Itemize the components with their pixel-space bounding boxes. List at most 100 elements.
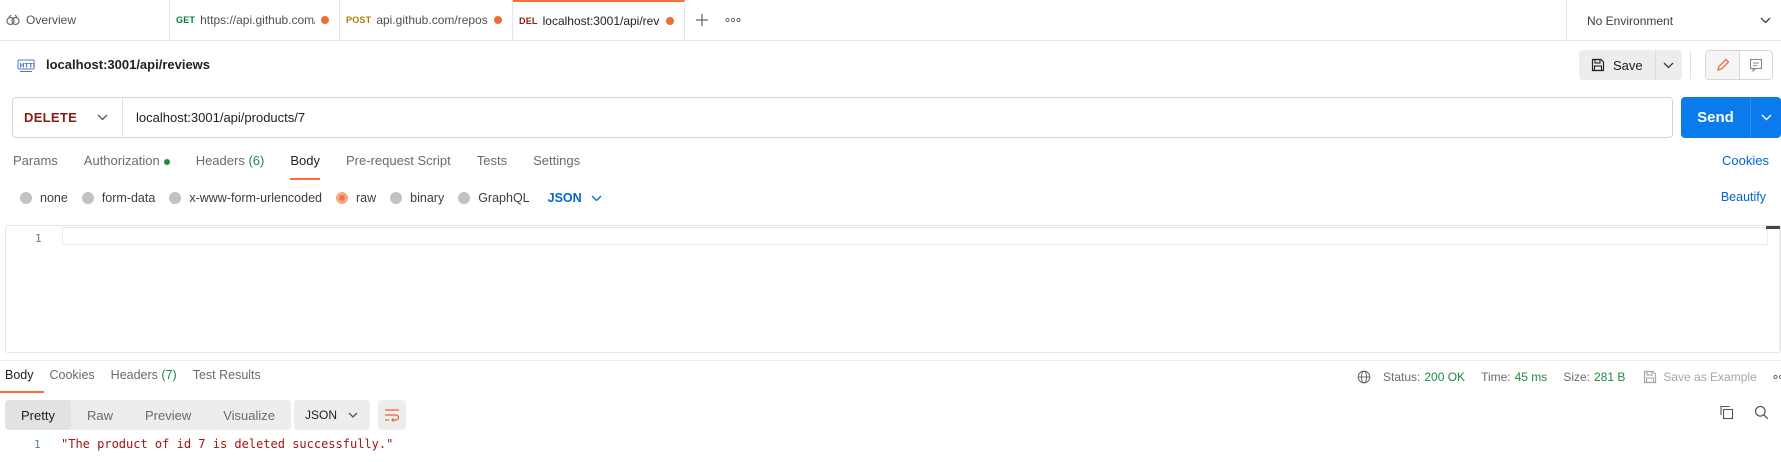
tab-request-delete[interactable]: DEL localhost:3001/api/revi [513, 0, 685, 40]
response-format-value: JSON [305, 408, 338, 422]
copy-icon[interactable] [1719, 405, 1734, 420]
editor-scrollbar-track [1779, 229, 1780, 349]
editor-gutter [6, 226, 62, 352]
tab-strip: Overview GET https://api.github.com/ POS… [0, 0, 1781, 41]
tab-authorization[interactable]: Authorization [71, 150, 183, 180]
response-format-select[interactable]: JSON [294, 400, 370, 430]
tab-params[interactable]: Params [0, 150, 71, 180]
save-options-button[interactable] [1656, 50, 1682, 80]
body-language-value: JSON [547, 191, 582, 205]
view-mode-toggle [1705, 50, 1773, 80]
send-button[interactable]: Send [1681, 97, 1750, 138]
response-body[interactable]: 1 "The product of id 7 is deleted succes… [0, 436, 1781, 462]
tab-headers[interactable]: Headers (6) [183, 150, 278, 180]
globe-icon[interactable] [1357, 370, 1371, 384]
line-number: 1 [34, 438, 41, 451]
wrap-lines-button[interactable] [378, 400, 406, 430]
radio-button-selected [336, 192, 348, 204]
headers-count: (6) [248, 153, 265, 168]
view-raw[interactable]: Raw [71, 400, 129, 430]
http-icon: HTTP [17, 59, 38, 76]
beautify-button[interactable]: Beautify [1721, 190, 1766, 204]
body-type-graphql[interactable]: GraphQL [458, 191, 530, 205]
tab-request-get[interactable]: GET https://api.github.com/ [170, 0, 340, 40]
response-tab-cookies[interactable]: Cookies [44, 368, 105, 393]
chevron-down-icon [348, 412, 358, 418]
save-button[interactable]: Save [1579, 50, 1656, 80]
tab-tests[interactable]: Tests [464, 150, 520, 180]
more-horizontal-icon[interactable] [1773, 374, 1781, 380]
more-horizontal-icon[interactable] [725, 17, 741, 23]
body-type-binary[interactable]: binary [390, 191, 444, 205]
body-type-none[interactable]: none [20, 191, 68, 205]
response-body-text: "The product of id 7 is deleted successf… [61, 437, 394, 451]
tab-method-badge: DEL [519, 16, 538, 26]
radio-label: none [40, 191, 68, 205]
chevron-down-icon [1663, 62, 1674, 69]
radio-label: form-data [101, 191, 156, 205]
response-header-bar: Body Cookies Headers (7) Test Results St… [0, 360, 1781, 393]
response-headers-label: Headers [110, 368, 158, 382]
body-type-urlencoded[interactable]: x-www-form-urlencoded [169, 191, 322, 205]
response-tools [1719, 405, 1769, 420]
body-type-form-data[interactable]: form-data [81, 191, 156, 205]
auth-status-dot [163, 158, 170, 165]
documentation-mode-button[interactable] [1739, 51, 1772, 79]
overview-icon [6, 14, 20, 26]
view-visualize[interactable]: Visualize [207, 400, 291, 430]
response-tab-test-results[interactable]: Test Results [187, 368, 271, 393]
unsaved-dot [321, 16, 329, 24]
tab-label: api.github.com/repos [376, 13, 488, 27]
editor-scrollbar-thumb[interactable] [1766, 226, 1780, 229]
tab-overview[interactable]: Overview [0, 0, 170, 40]
body-type-raw[interactable]: raw [336, 191, 376, 205]
tab-prerequest-script[interactable]: Pre-request Script [333, 150, 464, 180]
chevron-down-icon [1760, 17, 1771, 24]
save-button-group: Save [1579, 50, 1682, 80]
wrap-icon [384, 408, 400, 422]
pencil-icon [1716, 58, 1730, 72]
plus-icon[interactable] [695, 13, 709, 27]
response-tab-body[interactable]: Body [0, 368, 44, 393]
tab-authorization-label: Authorization [83, 153, 160, 168]
environment-select[interactable]: No Environment [1566, 0, 1781, 41]
save-icon [1643, 370, 1657, 384]
response-tab-headers[interactable]: Headers (7) [105, 368, 187, 393]
tab-body[interactable]: Body [277, 150, 333, 180]
radio-label: x-www-form-urlencoded [189, 191, 322, 205]
body-type-options: none form-data x-www-form-urlencoded raw… [20, 187, 602, 209]
request-body-editor[interactable]: 1 [5, 225, 1781, 353]
cookies-link[interactable]: Cookies [1722, 153, 1769, 168]
view-preview[interactable]: Preview [129, 400, 207, 430]
svg-text:HTTP: HTTP [20, 62, 36, 69]
radio-button [390, 192, 403, 204]
request-title[interactable]: localhost:3001/api/reviews [46, 57, 210, 72]
edit-mode-button[interactable] [1706, 51, 1739, 79]
body-language-select[interactable]: JSON [548, 191, 602, 205]
size-value[interactable]: 281 B [1594, 370, 1625, 384]
environment-label: No Environment [1587, 13, 1674, 28]
radio-label: raw [356, 191, 377, 205]
tab-request-post[interactable]: POST api.github.com/repos [340, 0, 513, 40]
radio-label: binary [410, 191, 445, 205]
method-select[interactable]: DELETE [13, 98, 123, 137]
view-pretty[interactable]: Pretty [5, 400, 71, 430]
tab-settings[interactable]: Settings [520, 150, 593, 180]
search-icon[interactable] [1754, 405, 1769, 420]
time-value[interactable]: 45 ms [1515, 370, 1548, 384]
save-label: Save [1613, 57, 1643, 73]
line-number: 1 [35, 232, 42, 245]
url-input[interactable] [123, 98, 1672, 137]
time-label: Time: [1481, 370, 1511, 384]
send-options-button[interactable] [1750, 97, 1781, 138]
save-as-example-label: Save as Example [1663, 370, 1757, 384]
radio-button [169, 192, 182, 204]
save-icon [1591, 58, 1605, 72]
active-line [62, 227, 1768, 245]
unsaved-dot [494, 16, 502, 24]
chevron-down-icon [97, 114, 108, 121]
status-value[interactable]: 200 OK [1424, 370, 1465, 384]
save-as-example-button[interactable]: Save as Example [1643, 370, 1757, 384]
tab-method-badge: GET [176, 15, 196, 25]
chevron-down-icon [591, 195, 602, 202]
